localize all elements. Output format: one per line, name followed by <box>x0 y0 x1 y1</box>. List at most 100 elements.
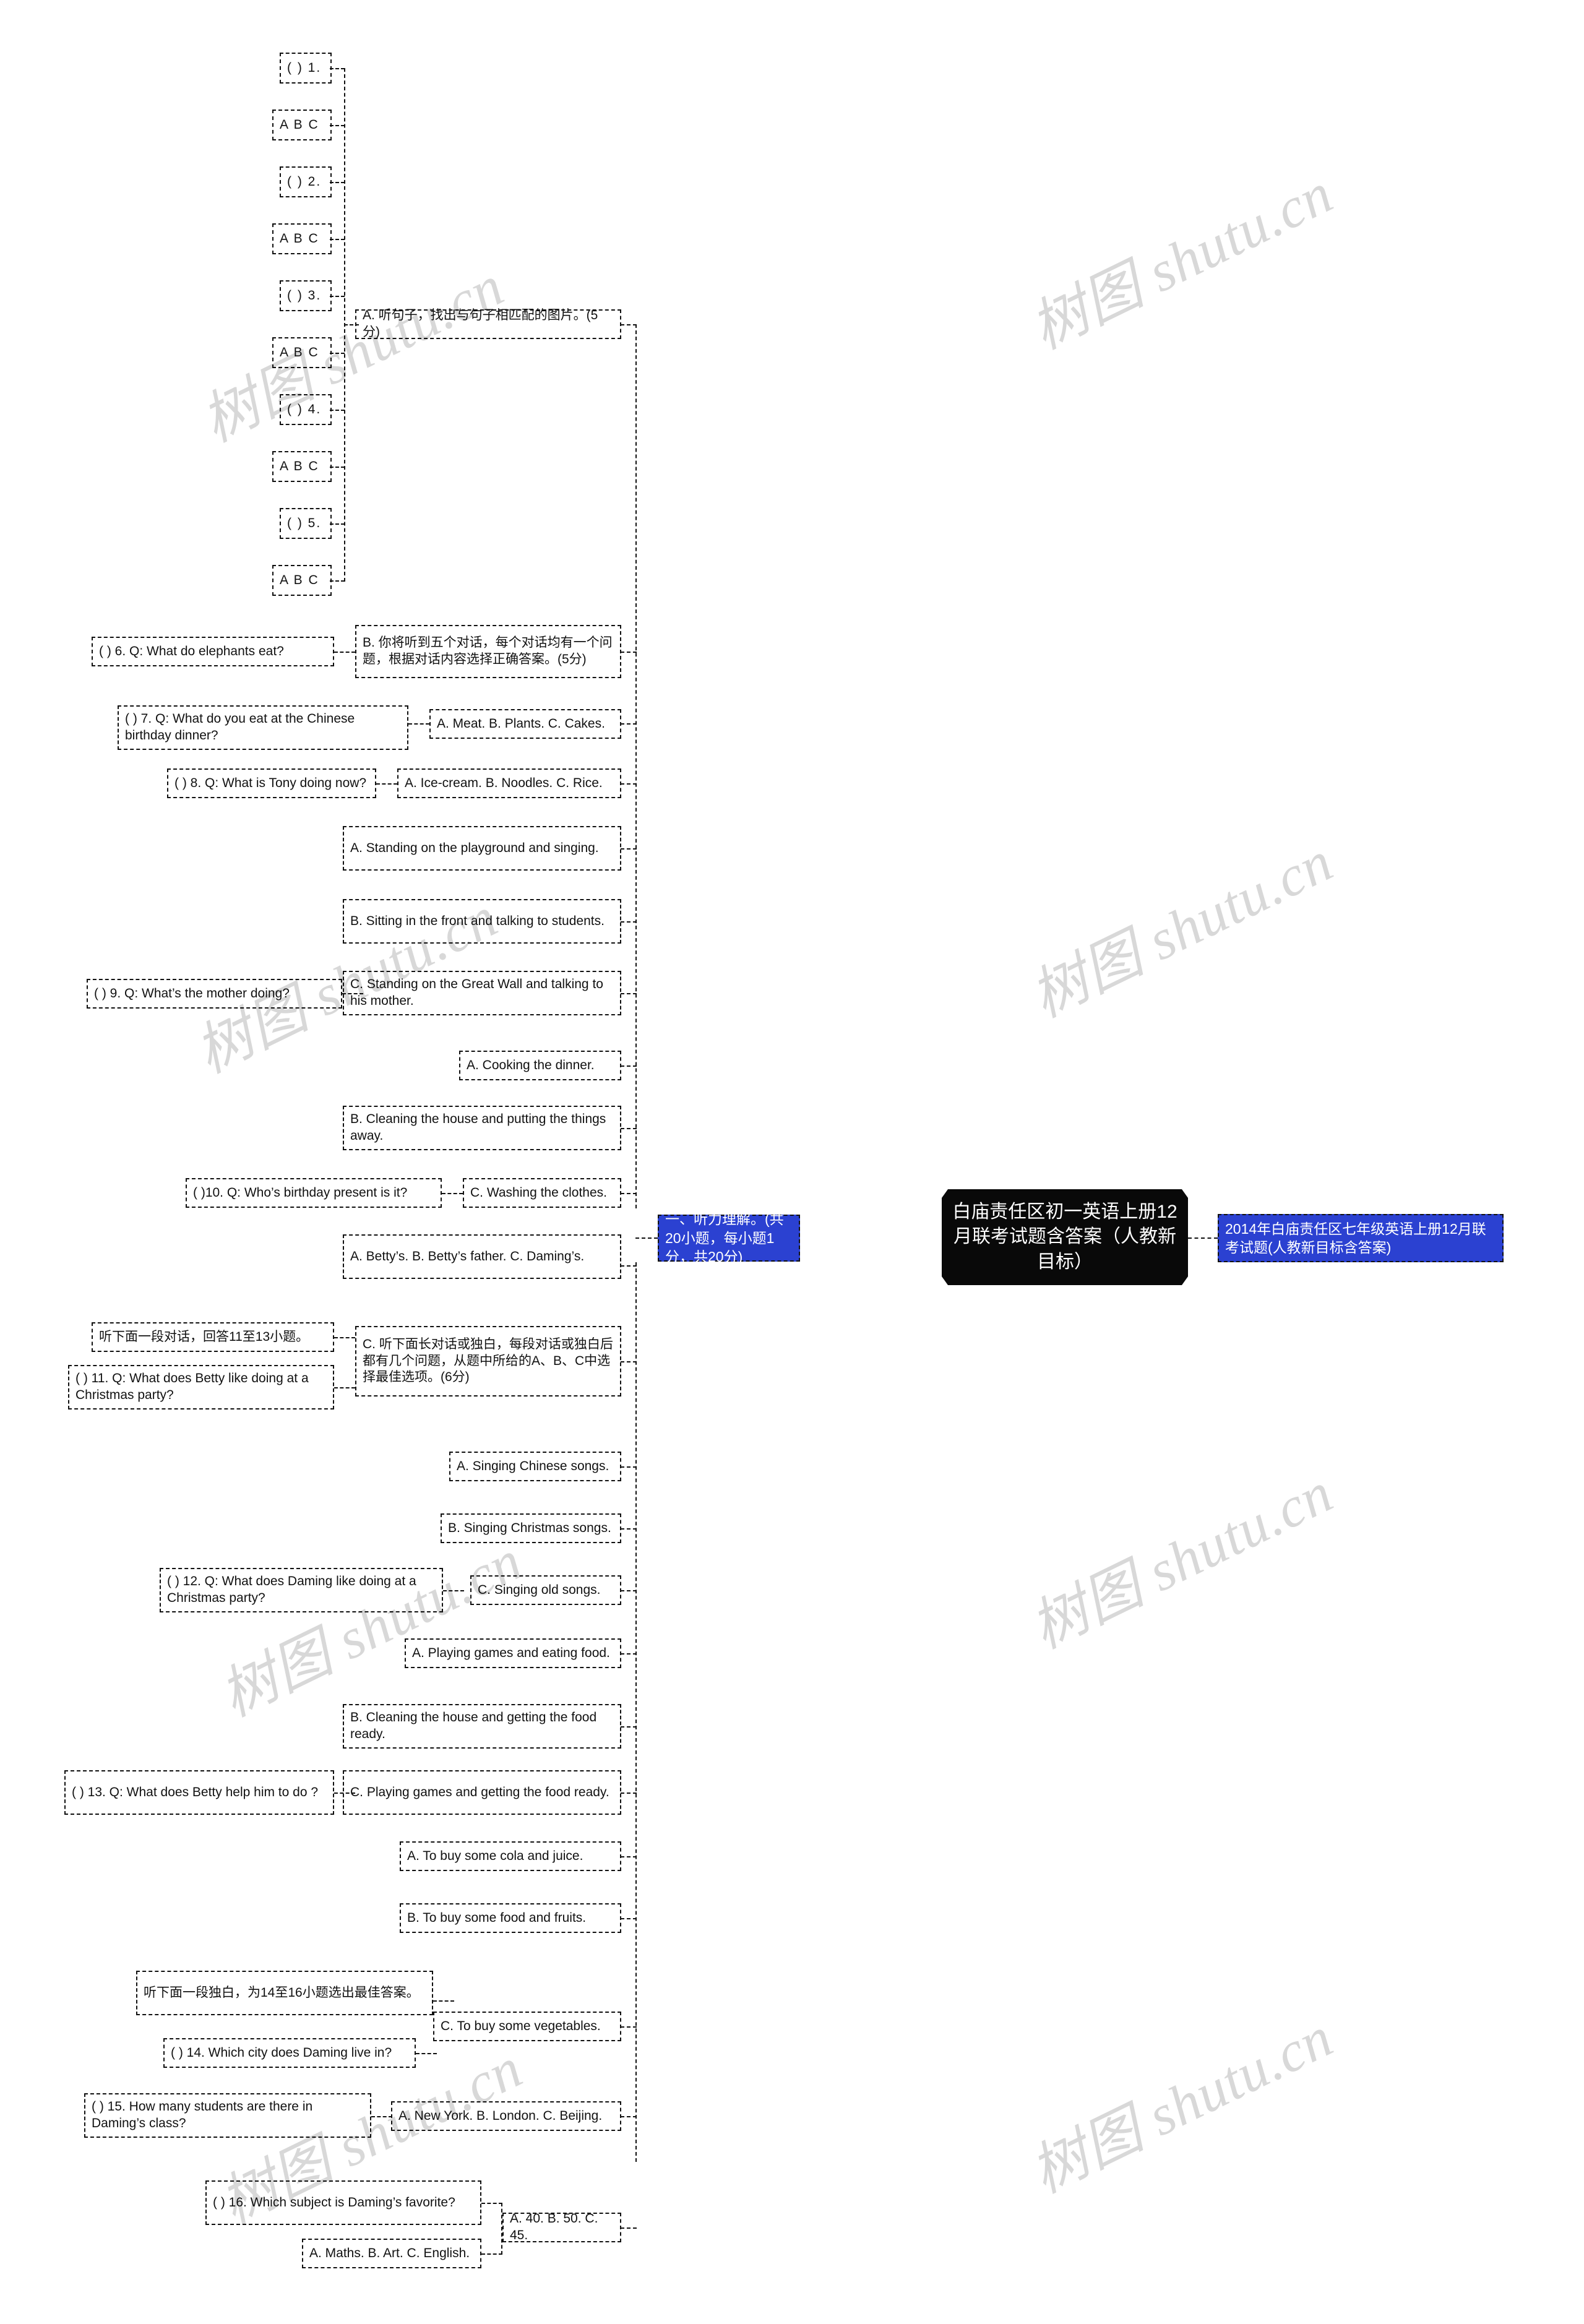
part-a-item[interactable]: ( ) 1. <box>280 53 332 84</box>
stub-a1 <box>330 68 345 69</box>
question-11[interactable]: ( ) 11. Q: What does Betty like doing at… <box>68 1365 334 1409</box>
question-8-options[interactable]: A. Ice-cream. B. Noodles. C. Rice. <box>397 768 621 798</box>
connector-q6 <box>334 652 355 653</box>
dialog-hint-11-13[interactable]: 听下面一段对话，回答11至13小题。 <box>92 1322 334 1352</box>
question-12-option-b[interactable]: B. Singing Christmas songs. <box>441 1513 621 1543</box>
question-10-option-b[interactable]: B. Cleaning the house and putting the th… <box>343 1106 621 1150</box>
question-10-option-a[interactable]: A. Cooking the dinner. <box>459 1051 621 1080</box>
part-a-item-label: ( ) 3. <box>287 288 322 303</box>
question-9-option-a-label: A. Standing on the playground and singin… <box>350 840 599 855</box>
part-a-item-label: ( ) 4. <box>287 402 322 416</box>
part-a-item[interactable]: A B C <box>272 223 332 254</box>
question-11-label: ( ) 11. Q: What does Betty like doing at… <box>75 1371 309 1402</box>
connector-q12 <box>443 1590 464 1591</box>
part-c-heading-label: C. 听下面长对话或独白，每段对话或独白后都有几个问题，从题中所给的A、B、C中… <box>363 1336 613 1385</box>
root-node[interactable]: 白庙责任区初一英语上册12月联考试题含答案（人教新目标） <box>942 1189 1188 1285</box>
question-14-option-b-label: B. To buy some food and fruits. <box>407 1910 587 1925</box>
stub-a2 <box>330 125 345 126</box>
mono-hint-14-16[interactable]: 听下面一段独白，为14至16小题选出最佳答案。 <box>136 1971 433 2015</box>
part-a-item-label: A B C <box>280 345 319 359</box>
section-node[interactable]: 一、听力理解。(共20小题，每小题1分，共20分) <box>658 1211 800 1265</box>
question-10[interactable]: ( )10. Q: Who’s birthday present is it? <box>186 1178 442 1208</box>
connector-b-opt1 <box>621 723 637 725</box>
connector-hint2 <box>433 2000 454 2002</box>
question-14[interactable]: ( ) 14. Which city does Daming live in? <box>163 2038 416 2068</box>
question-8-label: ( ) 8. Q: What is Tony doing now? <box>174 775 367 790</box>
right-branch-node-label: 2014年白庙责任区七年级英语上册12月联考试题(人教新目标含答案) <box>1225 1220 1486 1255</box>
question-7[interactable]: ( ) 7. Q: What do you eat at the Chinese… <box>118 705 408 750</box>
watermark: 树图 shutu.cn <box>1021 2005 1343 2205</box>
question-10-label: ( )10. Q: Who’s birthday present is it? <box>193 1185 408 1200</box>
part-a-item[interactable]: A B C <box>272 337 332 368</box>
question-16-options[interactable]: A. 40. B. 50. C. 45. <box>502 2211 621 2242</box>
part-a-item[interactable]: A B C <box>272 110 332 140</box>
question-15-options[interactable]: A. New York. B. London. C. Beijing. <box>391 2101 621 2131</box>
question-12-option-c[interactable]: C. Singing old songs. <box>470 1575 621 1605</box>
part-a-item[interactable]: ( ) 2. <box>280 166 332 197</box>
part-a-item-label: A B C <box>280 231 319 246</box>
question-9-option-a[interactable]: A. Standing on the playground and singin… <box>343 826 621 871</box>
question-13-option-b-label: B. Cleaning the house and getting the fo… <box>350 1710 597 1741</box>
question-9[interactable]: ( ) 9. Q: What’s the mother doing? <box>87 979 342 1009</box>
connector-c-opt8 <box>621 1918 637 1919</box>
question-9-option-b[interactable]: B. Sitting in the front and talking to s… <box>343 899 621 944</box>
question-12-option-c-label: C. Singing old songs. <box>478 1582 601 1597</box>
part-a-item-label: A B C <box>280 572 319 587</box>
question-16-label: ( ) 16. Which subject is Daming’s favori… <box>213 2195 455 2210</box>
question-14-option-b[interactable]: B. To buy some food and fruits. <box>400 1903 621 1933</box>
question-9-label: ( ) 9. Q: What’s the mother doing? <box>94 986 290 1001</box>
right-branch-node[interactable]: 2014年白庙责任区七年级英语上册12月联考试题(人教新目标含答案) <box>1218 1214 1504 1262</box>
question-13[interactable]: ( ) 13. Q: What does Betty help him to d… <box>64 1770 334 1815</box>
connector-b-spine <box>621 652 637 653</box>
question-16[interactable]: ( ) 16. Which subject is Daming’s favori… <box>205 2180 481 2225</box>
question-13-option-b[interactable]: B. Cleaning the house and getting the fo… <box>343 1704 621 1749</box>
connector-b-opt5 <box>621 993 637 994</box>
question-10-option-c-label: C. Washing the clothes. <box>470 1185 607 1200</box>
mono-hint-14-16-label: 听下面一段独白，为14至16小题选出最佳答案。 <box>144 1985 420 2000</box>
section-node-label: 一、听力理解。(共20小题，每小题1分，共20分) <box>665 1211 784 1265</box>
question-12[interactable]: ( ) 12. Q: What does Daming like doing a… <box>160 1568 443 1612</box>
question-13-option-a[interactable]: A. Playing games and eating food. <box>405 1638 621 1668</box>
question-9-option-c-label: C. Standing on the Great Wall and talkin… <box>350 977 603 1008</box>
connector-root-right <box>1188 1237 1218 1239</box>
part-a-heading[interactable]: A. 听句子，找出与句子相匹配的图片。(5分) <box>355 308 621 339</box>
connector-b-opt6 <box>621 1065 637 1067</box>
question-14-option-c[interactable]: C. To buy some vegetables. <box>433 2012 621 2041</box>
question-10-option-c[interactable]: C. Washing the clothes. <box>463 1178 621 1208</box>
connector-section <box>635 1237 658 1239</box>
question-7-options[interactable]: A. Meat. B. Plants. C. Cakes. <box>429 709 621 739</box>
question-8[interactable]: ( ) 8. Q: What is Tony doing now? <box>167 768 376 798</box>
part-b-heading[interactable]: B. 你将听到五个对话，每个对话均有一个问题，根据对话内容选择正确答案。(5分) <box>355 625 621 678</box>
question-14-option-a-label: A. To buy some cola and juice. <box>407 1848 583 1863</box>
connector-a-spine <box>621 324 637 325</box>
connector-q16-subj <box>481 2253 502 2255</box>
question-13-option-c[interactable]: C. Playing games and getting the food re… <box>343 1770 621 1815</box>
part-a-item[interactable]: ( ) 5. <box>280 508 332 539</box>
connector-c-opt4 <box>621 1653 637 1655</box>
connector-q7 <box>408 723 429 725</box>
question-10-options[interactable]: A. Betty’s. B. Betty’s father. C. Daming… <box>343 1234 621 1279</box>
question-14-option-a[interactable]: A. To buy some cola and juice. <box>400 1841 621 1871</box>
part-a-item-label: ( ) 1. <box>287 60 322 75</box>
dialog-hint-11-13-label: 听下面一段对话，回答11至13小题。 <box>99 1329 309 1344</box>
stub-a8 <box>330 467 345 468</box>
stub-a10 <box>330 580 345 582</box>
connector-q15 <box>371 2116 392 2117</box>
part-a-item[interactable]: A B C <box>272 565 332 596</box>
question-9-option-b-label: B. Sitting in the front and talking to s… <box>350 913 605 928</box>
question-12-option-a[interactable]: A. Singing Chinese songs. <box>449 1452 621 1481</box>
part-a-item[interactable]: ( ) 4. <box>280 394 332 425</box>
connector-c-opt6 <box>621 1792 637 1794</box>
question-15[interactable]: ( ) 15. How many students are there in D… <box>84 2093 371 2138</box>
part-a-item[interactable]: ( ) 3. <box>280 280 332 311</box>
part-c-heading[interactable]: C. 听下面长对话或独白，每段对话或独白后都有几个问题，从题中所给的A、B、C中… <box>355 1326 621 1397</box>
connector-b-opt8 <box>621 1193 637 1194</box>
stub-a7 <box>330 410 345 411</box>
part-a-item[interactable]: A B C <box>272 451 332 482</box>
part-a-item-label: A B C <box>280 117 319 132</box>
question-6[interactable]: ( ) 6. Q: What do elephants eat? <box>92 637 334 666</box>
question-16-subjects[interactable]: A. Maths. B. Art. C. English. <box>302 2239 481 2268</box>
question-9-option-c[interactable]: C. Standing on the Great Wall and talkin… <box>343 971 621 1015</box>
stub-a6 <box>330 353 345 354</box>
watermark: 树图 shutu.cn <box>192 254 514 454</box>
